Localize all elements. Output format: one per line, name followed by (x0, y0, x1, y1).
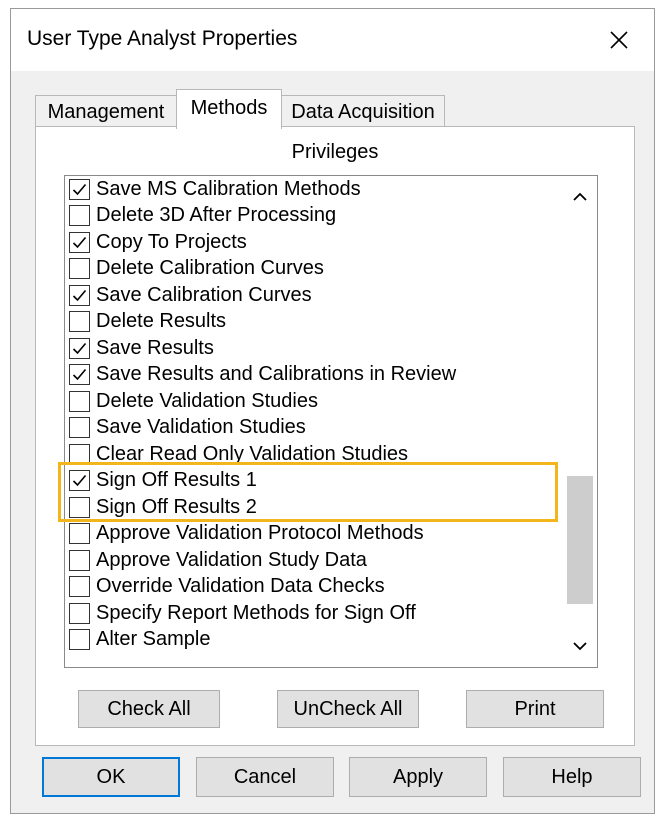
checkmark-icon (72, 183, 87, 195)
privilege-label: Save Calibration Curves (96, 283, 312, 306)
privilege-item[interactable]: Specify Report Methods for Sign Off (65, 600, 563, 627)
cancel-button[interactable]: Cancel (196, 757, 334, 797)
privilege-checkbox[interactable] (69, 205, 90, 227)
privilege-label: Clear Read Only Validation Studies (96, 442, 409, 465)
privilege-label: Save MS Calibration Methods (96, 177, 361, 200)
privilege-checkbox[interactable] (69, 337, 90, 359)
privilege-label: Override Validation Data Checks (96, 575, 385, 598)
chevron-up-icon (573, 192, 587, 201)
privilege-checkbox[interactable] (69, 311, 90, 333)
privilege-item[interactable]: Sign Off Results 2 (65, 494, 563, 521)
uncheck-all-button[interactable]: UnCheck All (277, 690, 419, 728)
privilege-checkbox[interactable] (69, 443, 90, 465)
privilege-checkbox[interactable] (69, 523, 90, 545)
privilege-item[interactable]: Sign Off Results 1 (65, 468, 563, 495)
checkmark-icon (72, 342, 87, 354)
privilege-item[interactable]: Delete 3D After Processing (65, 203, 563, 230)
privilege-checkbox[interactable] (69, 284, 90, 306)
print-button[interactable]: Print (466, 690, 604, 728)
privilege-item[interactable]: Override Validation Data Checks (65, 574, 563, 601)
privilege-label: Delete Validation Studies (96, 389, 318, 412)
privilege-checkbox[interactable] (69, 390, 90, 412)
privilege-item[interactable]: Delete Validation Studies (65, 388, 563, 415)
privilege-checkbox[interactable] (69, 576, 90, 598)
scroll-thumb[interactable] (567, 476, 593, 604)
privilege-label: Delete 3D After Processing (96, 204, 337, 227)
apply-button[interactable]: Apply (349, 757, 487, 797)
privilege-checkbox[interactable] (69, 178, 90, 200)
checkmark-icon (72, 475, 87, 487)
privilege-checkbox[interactable] (69, 231, 90, 253)
close-icon (610, 31, 628, 49)
privilege-checkbox[interactable] (69, 629, 90, 651)
privilege-checkbox[interactable] (69, 549, 90, 571)
checkmark-icon (72, 369, 87, 381)
privilege-checkbox[interactable] (69, 258, 90, 280)
chevron-down-icon (573, 642, 587, 651)
privilege-label: Copy To Projects (96, 230, 247, 253)
checkmark-icon (72, 236, 87, 248)
methods-tab-panel: Privileges Save MS Calibration Methods De… (35, 126, 635, 746)
title-bar: User Type Analyst Properties (11, 9, 654, 71)
privilege-label: Alter Sample (96, 628, 211, 651)
privilege-item[interactable]: Delete Results (65, 309, 563, 336)
privilege-item[interactable]: Save MS Calibration Methods (65, 176, 563, 203)
checkmark-icon (72, 289, 87, 301)
privilege-item[interactable]: Alter Sample (65, 627, 563, 654)
privilege-item[interactable]: Save Calibration Curves (65, 282, 563, 309)
privilege-item[interactable]: Clear Read Only Validation Studies (65, 441, 563, 468)
privileges-label: Privileges (291, 141, 379, 163)
privilege-checkbox[interactable] (69, 470, 90, 492)
privilege-label: Sign Off Results 2 (96, 495, 257, 518)
scroll-down-button[interactable] (563, 629, 597, 663)
privilege-label: Delete Calibration Curves (96, 257, 324, 280)
privilege-label: Delete Results (96, 310, 227, 333)
tab-strip: Management Methods Data Acquisition (35, 89, 635, 129)
close-button[interactable] (602, 23, 636, 57)
privileges-list-items: Save MS Calibration Methods Delete 3D Aft… (65, 176, 563, 653)
privilege-label: Save Validation Studies (96, 416, 306, 439)
privilege-item[interactable]: Save Results (65, 335, 563, 362)
window-title: User Type Analyst Properties (27, 27, 298, 50)
ok-button[interactable]: OK (42, 757, 180, 797)
tab-management[interactable]: Management (35, 95, 177, 127)
privilege-item[interactable]: Approve Validation Study Data (65, 547, 563, 574)
privileges-list[interactable]: Save MS Calibration Methods Delete 3D Aft… (64, 175, 598, 668)
tab-data-acquisition[interactable]: Data Acquisition (281, 95, 445, 127)
privilege-item[interactable]: Copy To Projects (65, 229, 563, 256)
privilege-checkbox[interactable] (69, 496, 90, 518)
privilege-label: Save Results and Calibrations in Review (96, 363, 457, 386)
privilege-checkbox[interactable] (69, 364, 90, 386)
privilege-item[interactable]: Save Results and Calibrations in Review (65, 362, 563, 389)
check-all-button[interactable]: Check All (78, 690, 220, 728)
help-button[interactable]: Help (503, 757, 641, 797)
privilege-label: Save Results (96, 336, 214, 359)
scroll-up-button[interactable] (563, 180, 597, 214)
privilege-label: Approve Validation Study Data (96, 548, 367, 571)
properties-dialog: User Type Analyst Properties Management … (10, 8, 655, 814)
privilege-checkbox[interactable] (69, 602, 90, 624)
vertical-scrollbar[interactable] (563, 176, 597, 667)
privilege-item[interactable]: Delete Calibration Curves (65, 256, 563, 283)
privilege-label: Approve Validation Protocol Methods (96, 522, 424, 545)
privilege-item[interactable]: Save Validation Studies (65, 415, 563, 442)
privilege-label: Specify Report Methods for Sign Off (96, 601, 416, 624)
privilege-label: Sign Off Results 1 (96, 469, 257, 492)
privilege-item[interactable]: Approve Validation Protocol Methods (65, 521, 563, 548)
tab-methods[interactable]: Methods (176, 89, 282, 129)
privilege-checkbox[interactable] (69, 417, 90, 439)
